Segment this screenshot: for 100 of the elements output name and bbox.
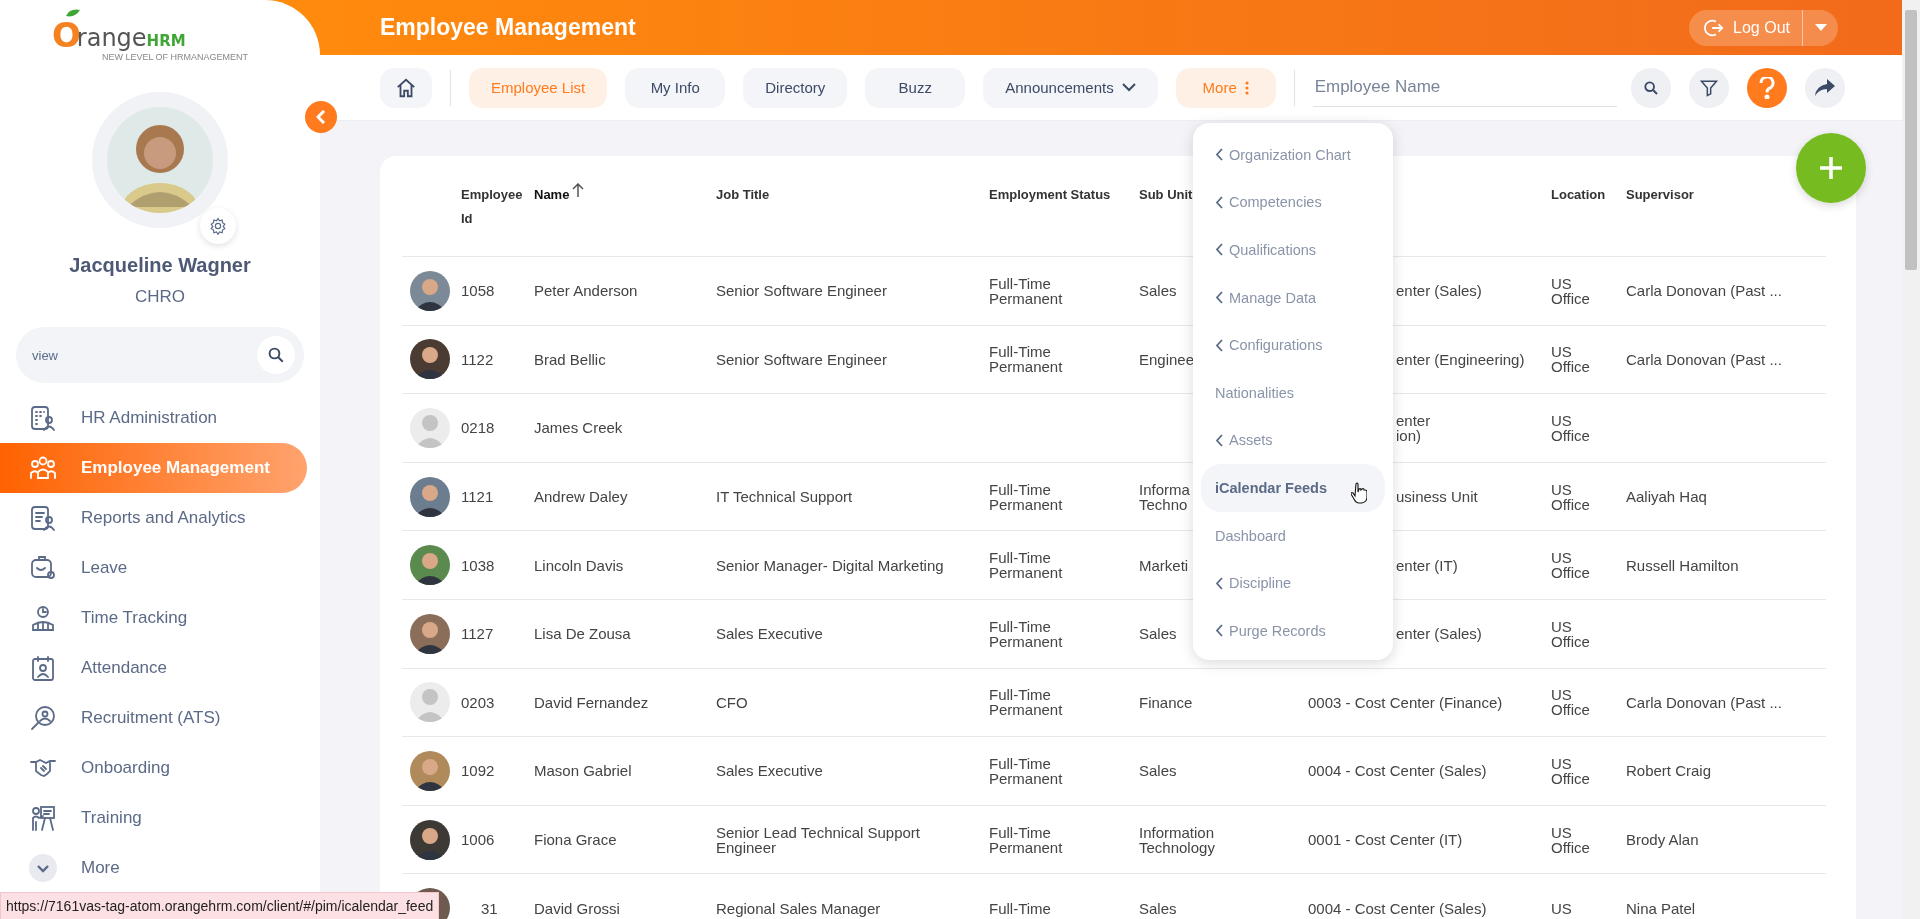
table-cell: Marketi <box>1139 557 1189 573</box>
nav-tab[interactable]: Buzz <box>865 67 966 108</box>
sidebar-item[interactable]: Recruitment (ATS) <box>0 693 307 743</box>
table-cell: Regional Sales Manager <box>716 900 881 916</box>
table-cell: Enginee <box>1139 351 1195 367</box>
menu-item[interactable]: Purge Records <box>1201 606 1385 655</box>
menu-item[interactable]: Nationalities <box>1201 368 1385 417</box>
table-cell-text: Full-Time Permanent <box>989 481 1064 512</box>
status-url: https://7161vas-tag-atom.orangehrm.com/client/#/pim/icalendar_feed <box>0 892 440 919</box>
table-cell: Sales Executive <box>716 626 823 642</box>
menu-item[interactable]: Discipline <box>1201 559 1385 607</box>
table-cell: CFO <box>716 694 748 710</box>
table-cell: 0004 - Cost Center (Sales) <box>1308 763 1487 779</box>
table-cell-text: US Office <box>1551 755 1591 786</box>
table-cell-text: Full-Time Permanent <box>989 755 1064 786</box>
table-cell: Senior Software Engineer <box>716 283 887 299</box>
table-cell-text: US Office <box>1551 687 1591 718</box>
menu-item[interactable]: Dashboard <box>1201 511 1385 560</box>
table-cell-text: Information Technology <box>1139 824 1216 855</box>
table-cell: Carla Donovan (Past ... <box>1626 694 1782 710</box>
table-cell: Russell Hamilton <box>1626 557 1739 573</box>
table-cell: Sales <box>1139 626 1177 642</box>
table-cell: Robert Craig <box>1626 763 1712 779</box>
nav-tab[interactable]: My Info <box>625 67 726 108</box>
table-cell-text: US Office <box>1551 275 1591 306</box>
column-header[interactable]: Supervisor <box>1626 183 1694 207</box>
sidebar-item[interactable]: HR Administration <box>0 393 307 443</box>
menu-item[interactable]: Manage Data <box>1201 273 1385 322</box>
column-header[interactable]: Name <box>534 183 570 207</box>
menu-item[interactable]: Configurations <box>1201 321 1385 369</box>
table-cell: 0004 - Cost Center (Sales) <box>1308 900 1487 916</box>
profile-name: Jacqueline Wagner <box>69 254 251 277</box>
sidebar-more-item[interactable]: More <box>0 843 307 893</box>
table-cell: 0203 <box>461 694 495 710</box>
column-header[interactable]: Location <box>1551 183 1606 207</box>
table-cell-text: Full-Time Permanent <box>989 618 1064 649</box>
table-cell-text: US Office <box>1551 344 1591 375</box>
sidebar-search-field[interactable]: view <box>16 327 304 383</box>
table-cell: IT Technical Support <box>716 489 853 505</box>
column-header[interactable]: Sub Unit <box>1139 183 1193 207</box>
table-cell-text: Full-Time Permanent <box>989 550 1064 581</box>
table-cell: Fiona Grace <box>534 832 617 848</box>
table-cell-text: US Office <box>1551 618 1591 649</box>
logo-tagline: NEW LEVEL OF HRMANAGEMENT <box>101 52 249 62</box>
table-cell: James Creek <box>534 420 623 436</box>
sidebar-item[interactable]: Time Tracking <box>0 593 307 643</box>
table-cell: Full-Time <box>989 900 1051 916</box>
table-cell-text: Full-Time Permanent <box>989 275 1064 306</box>
table-cell: 0218 <box>461 420 495 436</box>
menu-item[interactable]: iCalendar Feeds <box>1201 464 1385 512</box>
table-cell: 0003 - Cost Center (Finance) <box>1308 694 1503 710</box>
sidebar-item[interactable]: Training <box>0 793 307 843</box>
sidebar-item[interactable]: Leave <box>0 543 307 593</box>
table-cell: Sales <box>1139 763 1177 779</box>
table-cell: US <box>1551 900 1572 916</box>
sidebar-item[interactable]: Onboarding <box>0 743 307 793</box>
menu-item[interactable]: Organization Chart <box>1201 131 1385 179</box>
table-cell: Nina Patel <box>1626 900 1696 916</box>
table-cell: Brody Alan <box>1626 832 1699 848</box>
table-cell: Sales <box>1139 900 1177 916</box>
table-cell-text: Full-Time Permanent <box>989 824 1064 855</box>
table-cell: 1121 <box>461 489 494 505</box>
table-cell: Senior Manager- Digital Marketing <box>716 557 944 573</box>
table-cell-text: US Office <box>1551 824 1591 855</box>
table-cell: 1127 <box>461 626 494 642</box>
table-cell: enter (IT) <box>1396 557 1458 573</box>
table-cell-text: Full-Time Permanent <box>989 344 1064 375</box>
column-header[interactable]: Job Title <box>716 183 770 207</box>
sidebar-item[interactable]: Reports and Analytics <box>0 493 307 543</box>
nav-tab[interactable]: Announcements <box>983 67 1158 108</box>
table-cell: Carla Donovan (Past ... <box>1626 351 1782 367</box>
table-cell-text: Full-Time Permanent <box>989 687 1064 718</box>
table-cell: Peter Anderson <box>534 283 638 299</box>
table-cell: Sales <box>1139 283 1177 299</box>
table-cell: enter ion) <box>1396 413 1431 443</box>
table-cell: Senior Software Engineer <box>716 351 887 367</box>
table-cell: 1038 <box>461 557 495 573</box>
table-cell: Brad Bellic <box>534 351 606 367</box>
table-cell: 1122 <box>461 351 494 367</box>
table-cell: enter (Sales) <box>1396 283 1482 299</box>
table-cell: 31 <box>481 900 498 916</box>
table-cell-text: US Office <box>1551 550 1591 581</box>
profile-role: CHRO <box>134 287 186 307</box>
column-header[interactable]: Employee Id <box>461 183 523 231</box>
table-cell: enter (Sales) <box>1396 626 1482 642</box>
nav-tab[interactable]: Directory <box>743 67 848 108</box>
table-cell: Finance <box>1139 694 1193 710</box>
menu-item[interactable]: Assets <box>1201 416 1385 465</box>
menu-item[interactable]: Competencies <box>1201 178 1385 227</box>
table-cell: Sales Executive <box>716 763 823 779</box>
page-title: Employee Management <box>380 14 636 41</box>
table-cell: Lisa De Zousa <box>534 626 631 642</box>
sidebar-item[interactable]: Attendance <box>0 643 307 693</box>
table-cell-text: US Office <box>1551 413 1591 443</box>
table-cell: 0001 - Cost Center (IT) <box>1308 832 1463 848</box>
menu-item[interactable]: Qualifications <box>1201 226 1385 274</box>
table-cell: Andrew Daley <box>534 489 628 505</box>
column-header[interactable]: Employment Status <box>989 183 1111 207</box>
table-cell: 1092 <box>461 763 495 779</box>
table-cell: Lincoln Davis <box>534 557 624 573</box>
